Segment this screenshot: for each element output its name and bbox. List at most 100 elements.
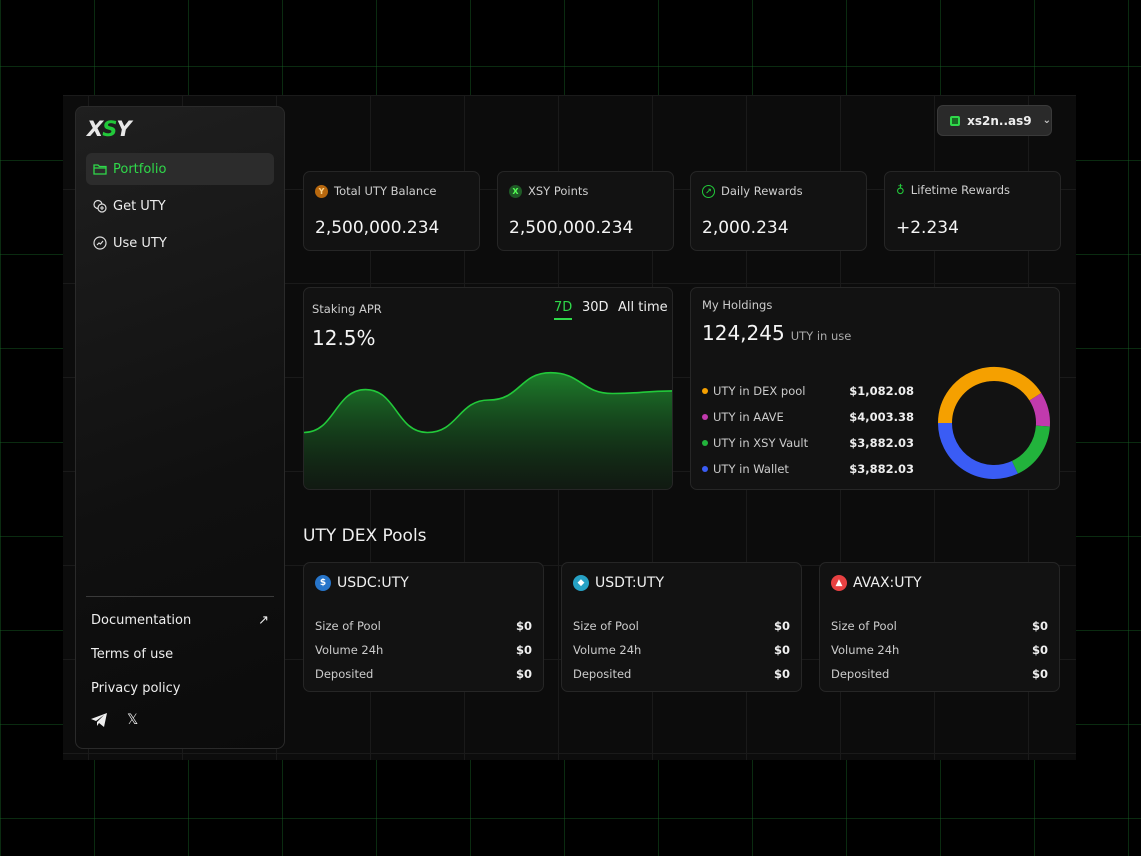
holdings-donut-chart — [938, 367, 1050, 479]
holdings-unit: UTY in use — [790, 329, 852, 343]
xsy-logo[interactable]: XSY — [87, 117, 132, 141]
pool-stat-value: $0 — [515, 643, 532, 657]
holdings-title: My Holdings — [702, 298, 773, 312]
staking-apr-card: Staking APR 12.5% 7D 30D All time — [303, 287, 673, 490]
pool-stat-row: Size of Pool $0 — [831, 619, 1048, 633]
xsy-icon: X — [509, 183, 522, 198]
sidebar-item-label: Portfolio — [113, 161, 167, 177]
pool-card[interactable]: ◆ USDT:UTY Size of Pool $0 Volume 24h $0 Depos… — [561, 562, 802, 692]
pool-name: USDC:UTY — [337, 575, 409, 591]
pool-stat-row: Deposited $0 — [831, 667, 1048, 681]
legend-label: UTY in AAVE — [713, 410, 784, 424]
sidebar-item-get-uty[interactable]: Get UTY — [86, 190, 274, 222]
trend-circle-icon — [93, 236, 107, 250]
sidebar: XSY Portfolio Get UTY Use UTY Documentat… — [75, 106, 285, 749]
terms-link[interactable]: Terms of use — [91, 647, 173, 662]
chart-circle-icon: ↗ — [702, 183, 715, 198]
legend-swatch — [702, 388, 708, 394]
legend-swatch — [702, 440, 708, 446]
sidebar-item-portfolio[interactable]: Portfolio — [86, 153, 274, 185]
apr-area-chart — [304, 371, 672, 489]
pool-stat-label: Volume 24h — [573, 643, 642, 657]
pool-stat-value: $0 — [773, 619, 790, 633]
pool-stat-row: Deposited $0 — [315, 667, 532, 681]
pool-stat-value: $0 — [515, 619, 532, 633]
pool-stat-value: $0 — [773, 667, 790, 681]
stat-value: 2,500,000.234 — [315, 218, 440, 238]
legend-amount: $3,882.03 — [849, 436, 914, 450]
pool-stat-label: Deposited — [573, 667, 632, 681]
legend-swatch — [702, 414, 708, 420]
sidebar-item-use-uty[interactable]: Use UTY — [86, 227, 274, 259]
pool-stat-value: $0 — [773, 643, 790, 657]
legend-swatch — [702, 466, 708, 472]
pool-stat-value: $0 — [1031, 643, 1048, 657]
legend-label: UTY in Wallet — [713, 462, 789, 476]
pool-stat-label: Volume 24h — [315, 643, 384, 657]
stat-card: X XSY Points 2,500,000.234 — [497, 171, 674, 251]
uty-coin-icon: Y — [315, 183, 328, 198]
pool-stat-row: Deposited $0 — [573, 667, 790, 681]
pool-stat-label: Size of Pool — [315, 619, 381, 633]
pool-name: AVAX:UTY — [853, 575, 922, 591]
pools-section-title: UTY DEX Pools — [303, 526, 427, 546]
stat-card: ↗ Daily Rewards 2,000.234 — [690, 171, 867, 251]
donut-segment — [938, 422, 1018, 479]
legend-amount: $4,003.38 — [849, 410, 914, 424]
pool-stat-label: Volume 24h — [831, 643, 900, 657]
sidebar-item-label: Use UTY — [113, 235, 167, 251]
x-twitter-icon[interactable]: 𝕏 — [127, 712, 138, 728]
wallet-button[interactable]: xs2n..as9 ⌄ — [937, 105, 1052, 136]
donut-segment — [1029, 392, 1050, 427]
pool-stat-label: Deposited — [831, 667, 890, 681]
stat-label: XSY Points — [528, 183, 589, 198]
stat-label: Daily Rewards — [721, 183, 803, 198]
holdings-legend-item: UTY in DEX pool $1,082.08 — [702, 384, 914, 398]
pool-stat-row: Size of Pool $0 — [573, 619, 790, 633]
stat-label: Total UTY Balance — [334, 183, 437, 198]
documentation-label: Documentation — [91, 613, 192, 628]
pool-stat-value: $0 — [515, 667, 532, 681]
stat-value: +2.234 — [896, 218, 959, 238]
holdings-card: My Holdings 124,245 UTY in use UTY in DE… — [690, 287, 1060, 490]
stat-label: Lifetime Rewards — [910, 183, 1010, 197]
legend-label: UTY in XSY Vault — [713, 436, 809, 450]
pool-stat-value: $0 — [1031, 667, 1048, 681]
external-link-icon: ↗ — [258, 613, 269, 628]
holdings-legend-item: UTY in XSY Vault $3,882.03 — [702, 436, 914, 450]
stat-value: 2,500,000.234 — [509, 218, 634, 238]
documentation-link[interactable]: Documentation ↗ — [91, 613, 269, 628]
sidebar-divider — [86, 596, 274, 597]
holdings-total: 124,245 — [702, 321, 785, 345]
privacy-link[interactable]: Privacy policy — [91, 681, 180, 696]
pool-stat-row: Volume 24h $0 — [315, 643, 532, 657]
wallet-icon — [950, 115, 961, 126]
pool-stat-label: Deposited — [315, 667, 374, 681]
pool-stat-value: $0 — [1031, 619, 1048, 633]
legend-label: UTY in DEX pool — [713, 384, 806, 398]
usdt-icon: ◆ — [573, 575, 589, 591]
stat-value: 2,000.234 — [702, 218, 789, 238]
wallet-address: xs2n..as9 — [967, 113, 1032, 128]
pool-stat-row: Volume 24h $0 — [831, 643, 1048, 657]
stat-card: Y Total UTY Balance 2,500,000.234 — [303, 171, 480, 251]
pool-card[interactable]: $ USDC:UTY Size of Pool $0 Volume 24h $0 Depos… — [303, 562, 544, 692]
sidebar-item-label: Get UTY — [113, 198, 166, 214]
stat-card: ♁ Lifetime Rewards +2.234 — [884, 171, 1061, 251]
chevron-down-icon: ⌄ — [1042, 115, 1051, 126]
pool-stat-row: Volume 24h $0 — [573, 643, 790, 657]
legend-amount: $1,082.08 — [849, 384, 914, 398]
avax-icon: ▲ — [831, 575, 847, 591]
folder-icon — [93, 162, 107, 176]
pool-stat-row: Size of Pool $0 — [315, 619, 532, 633]
pool-name: USDT:UTY — [595, 575, 664, 591]
donut-segment — [1011, 425, 1050, 474]
usdc-icon: $ — [315, 575, 331, 591]
pool-stat-label: Size of Pool — [831, 619, 897, 633]
telegram-icon[interactable] — [91, 713, 107, 731]
pool-stat-label: Size of Pool — [573, 619, 639, 633]
pool-card[interactable]: ▲ AVAX:UTY Size of Pool $0 Volume 24h $0 Depos… — [819, 562, 1060, 692]
holdings-legend-item: UTY in Wallet $3,882.03 — [702, 462, 914, 476]
money-bag-icon: ♁ — [896, 183, 905, 197]
legend-amount: $3,882.03 — [849, 462, 914, 476]
